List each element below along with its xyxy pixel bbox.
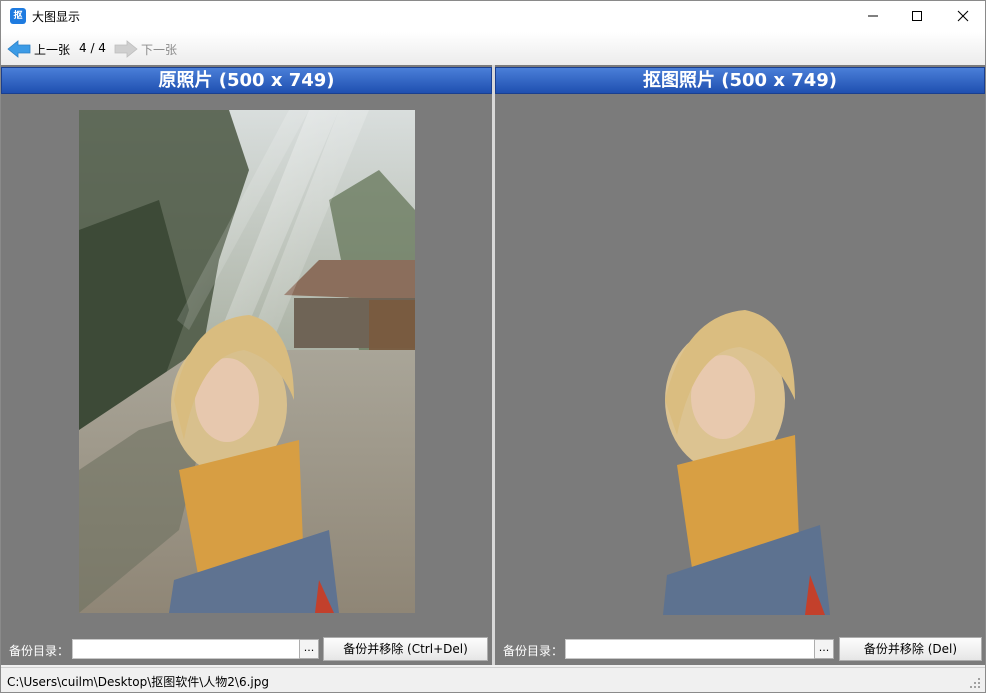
prev-button[interactable]: 上一张 — [7, 39, 70, 59]
maximize-button[interactable] — [894, 1, 940, 32]
left-browse-button[interactable]: ... — [299, 639, 319, 659]
window-title: 大图显示 — [32, 10, 81, 24]
right-backup-dir-input[interactable] — [565, 639, 815, 659]
title-bar: 抠 大图显示 — [1, 1, 985, 32]
cutout-photo-panel: 抠图照片 (500 x 749) 备份目录： ... 备份并移除 (Del) — [495, 65, 985, 665]
left-backup-row: 备份目录： ... 备份并移除 (Ctrl+Del) — [1, 637, 492, 661]
app-icon: 抠 — [10, 8, 26, 24]
cutout-photo — [645, 305, 830, 615]
close-button[interactable] — [940, 1, 985, 32]
close-icon — [957, 10, 969, 22]
original-photo-panel: 原照片 (500 x 749) 备份目录： ... 备份并移除 (Ctrl+De… — [1, 65, 492, 665]
prev-label: 上一张 — [34, 42, 71, 57]
cutout-panel-header: 抠图照片 (500 x 749) — [495, 67, 985, 94]
left-backup-dir-input[interactable] — [72, 639, 300, 659]
right-backup-label: 备份目录： — [503, 644, 564, 658]
arrow-left-icon — [7, 40, 31, 58]
toolbar: 上一张 4 / 4 下一张 — [1, 32, 985, 65]
right-backup-row: 备份目录： ... 备份并移除 (Del) — [495, 637, 985, 661]
right-backup-remove-button[interactable]: 备份并移除 (Del) — [839, 637, 982, 661]
original-panel-header: 原照片 (500 x 749) — [1, 67, 492, 94]
right-browse-button[interactable]: ... — [814, 639, 834, 659]
resize-grip-icon[interactable] — [969, 677, 981, 689]
next-button[interactable]: 下一张 — [114, 39, 177, 59]
minimize-icon — [868, 15, 878, 17]
original-photo — [79, 110, 415, 613]
left-backup-remove-button[interactable]: 备份并移除 (Ctrl+Del) — [323, 637, 488, 661]
status-bar: C:\Users\cuilm\Desktop\抠图软件\人物2\6.jpg — [1, 667, 985, 692]
arrow-right-icon — [114, 40, 138, 58]
left-backup-label: 备份目录： — [9, 644, 70, 658]
app-window: 抠 大图显示 上一张 4 / 4 下一张 原照片 (500 x 749) 备份目… — [0, 0, 986, 693]
page-counter: 4 / 4 — [79, 41, 106, 55]
next-label: 下一张 — [141, 42, 178, 57]
minimize-button[interactable] — [850, 1, 896, 32]
file-path-text: C:\Users\cuilm\Desktop\抠图软件\人物2\6.jpg — [7, 675, 269, 689]
maximize-icon — [912, 11, 922, 21]
